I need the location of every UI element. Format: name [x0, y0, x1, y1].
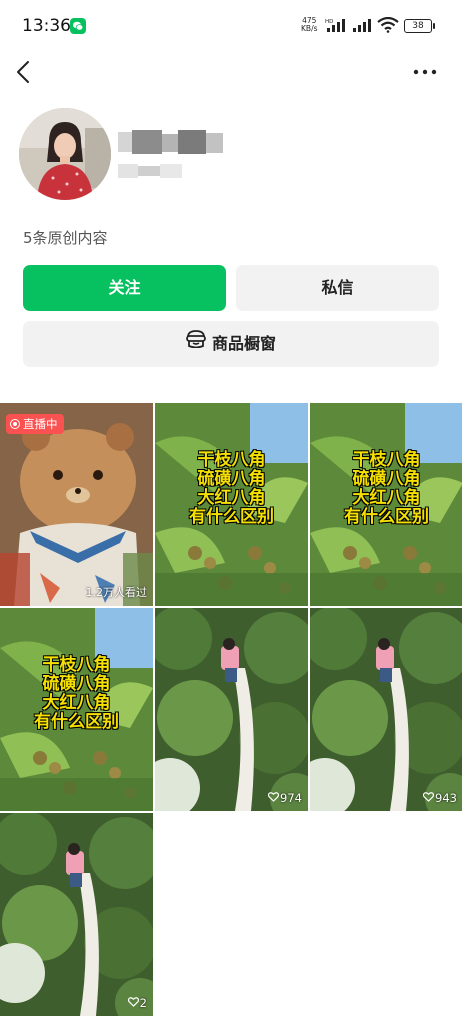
- like-count-value: 2: [139, 996, 147, 1010]
- cellular-signal-icon-2: [353, 19, 371, 32]
- live-dot-icon: [10, 418, 20, 429]
- cellular-signal-icon: HD: [325, 19, 345, 32]
- wechat-notification-icon: [70, 18, 86, 34]
- shop-window-button[interactable]: 商品橱窗: [23, 321, 439, 367]
- caption-line-1: 干枝八角: [42, 655, 111, 675]
- caption-line-2: 硫磺八角: [42, 674, 111, 694]
- avatar[interactable]: [19, 108, 111, 200]
- caption-line-3: 大红八角: [42, 693, 111, 713]
- caption-line-1: 干枝八角: [197, 450, 266, 470]
- like-count: 943: [422, 791, 457, 805]
- hd-label: HD: [325, 19, 333, 25]
- status-time: 13:36: [22, 16, 71, 36]
- caption-line-1: 干枝八角: [352, 450, 421, 470]
- video-caption: 干枝八角 硫磺八角 大红八角 有什么区别: [310, 451, 462, 527]
- tree-climb-thumbnail: [0, 813, 153, 1016]
- like-count-value: 974: [280, 791, 302, 805]
- live-stream-tile[interactable]: 直播中 1.2万人看过: [0, 403, 153, 606]
- like-count: 974: [267, 791, 302, 805]
- heart-icon: [422, 791, 435, 805]
- caption-line-2: 硫磺八角: [352, 469, 421, 489]
- username-blurred: [118, 130, 223, 156]
- network-speed-unit: KB/s: [301, 24, 318, 33]
- back-button[interactable]: [10, 57, 38, 87]
- more-dots-icon: [413, 69, 437, 75]
- video-caption: 干枝八角 硫磺八角 大红八角 有什么区别: [155, 451, 308, 527]
- live-badge-label: 直播中: [23, 417, 58, 431]
- shop-window-label: 商品橱窗: [211, 334, 276, 353]
- network-speed: 475 KB/s: [301, 17, 318, 33]
- more-options-button[interactable]: [410, 62, 440, 82]
- caption-line-2: 硫磺八角: [197, 469, 266, 489]
- caption-line-4: 有什么区别: [34, 712, 119, 732]
- heart-icon: [127, 996, 139, 1010]
- avatar-photo: [19, 108, 111, 200]
- live-views-count: 1.2万人看过: [85, 586, 148, 599]
- original-content-count: 5条原创内容: [23, 229, 108, 247]
- video-tile[interactable]: 2: [0, 813, 153, 1016]
- battery-icon: 38: [404, 19, 435, 33]
- user-id-blurred: [118, 164, 182, 178]
- video-tile[interactable]: 干枝八角 硫磺八角 大红八角 有什么区别: [310, 403, 462, 606]
- caption-line-3: 大红八角: [197, 488, 266, 508]
- caption-line-3: 大红八角: [352, 488, 421, 508]
- caption-line-4: 有什么区别: [189, 507, 274, 527]
- video-tile[interactable]: 干枝八角 硫磺八角 大红八角 有什么区别: [155, 403, 308, 606]
- heart-icon: [267, 791, 280, 805]
- like-count: 2: [127, 996, 147, 1010]
- video-tile[interactable]: 干枝八角 硫磺八角 大红八角 有什么区别: [0, 608, 153, 811]
- wifi-icon: [377, 17, 399, 33]
- video-caption: 干枝八角 硫磺八角 大红八角 有什么区别: [0, 656, 153, 732]
- live-badge: 直播中: [6, 414, 64, 434]
- follow-button[interactable]: 关注: [23, 265, 226, 311]
- like-count-value: 943: [435, 791, 457, 805]
- status-bar: 13:36 475 KB/s HD 38: [0, 0, 462, 52]
- message-button[interactable]: 私信: [236, 265, 439, 311]
- shop-window-icon: [186, 320, 206, 366]
- video-tile[interactable]: 943: [310, 608, 462, 811]
- video-tile[interactable]: 974: [155, 608, 308, 811]
- tree-climb-thumbnail: [310, 608, 462, 811]
- caption-line-4: 有什么区别: [344, 507, 429, 527]
- chevron-left-icon: [17, 61, 29, 83]
- tree-climb-thumbnail: [155, 608, 308, 811]
